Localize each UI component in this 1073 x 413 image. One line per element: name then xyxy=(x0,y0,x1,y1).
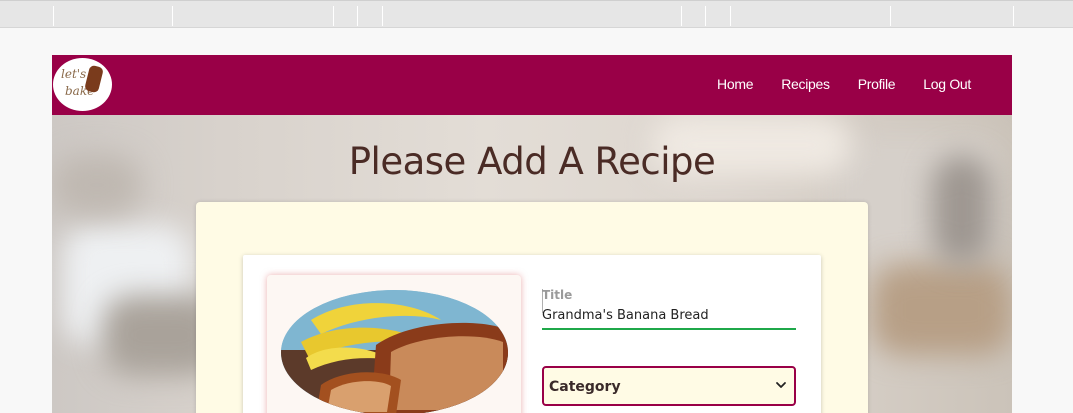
nav-profile-link[interactable]: Profile xyxy=(858,76,896,92)
ruler-divider xyxy=(681,6,682,26)
ruler-divider xyxy=(333,6,334,26)
nav-logout-link[interactable]: Log Out xyxy=(923,76,971,92)
banana-bread-photo xyxy=(281,290,508,413)
navbar: let's bake Home Recipes Profile Log Out xyxy=(52,55,1012,115)
page-title: Please Add A Recipe xyxy=(348,140,716,183)
ruler-divider xyxy=(705,6,706,26)
category-select-value: Category xyxy=(549,379,621,395)
nav-home-link[interactable]: Home xyxy=(717,76,753,92)
brand-logo[interactable]: let's bake xyxy=(53,58,112,111)
nav-links: Home Recipes Profile Log Out xyxy=(717,76,971,92)
banana-bread-illustration xyxy=(281,290,508,413)
category-select[interactable]: Category xyxy=(542,366,796,406)
whisk-icon xyxy=(84,64,104,94)
recipe-image-frame[interactable] xyxy=(267,275,521,413)
browser-ruler-strip xyxy=(0,0,1073,28)
ruler-divider xyxy=(730,6,731,26)
ruler-divider xyxy=(382,6,383,26)
ruler-divider xyxy=(53,6,54,26)
logo-text-top: let's xyxy=(61,67,87,81)
ruler-divider xyxy=(172,6,173,26)
nav-recipes-link[interactable]: Recipes xyxy=(781,76,830,92)
chevron-down-icon xyxy=(776,382,786,388)
app-window: let's bake Home Recipes Profile Log Out … xyxy=(52,55,1012,413)
recipe-form-panel: Title Category xyxy=(196,202,868,413)
title-input[interactable] xyxy=(542,302,796,330)
ruler-divider xyxy=(1013,6,1014,26)
title-label: Title xyxy=(542,288,573,302)
recipe-form-card: Title Category xyxy=(243,255,821,413)
ruler-divider xyxy=(890,6,891,26)
ruler-divider xyxy=(357,6,358,26)
